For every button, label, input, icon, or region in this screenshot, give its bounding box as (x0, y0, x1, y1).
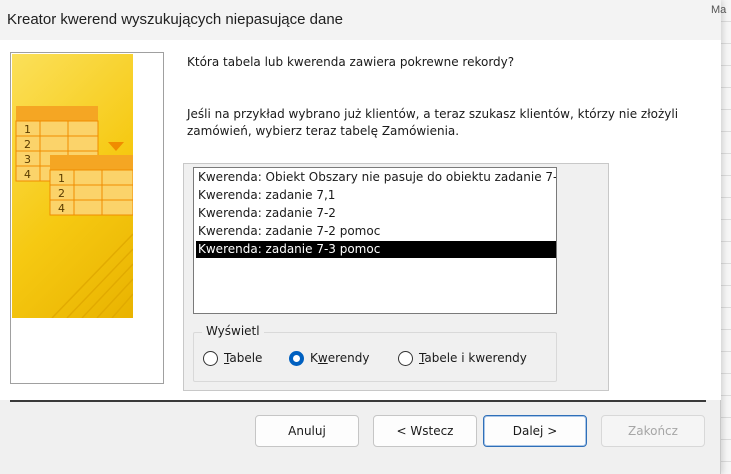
radio-tables-and-queries[interactable]: Tabele i kwerendy (398, 349, 527, 367)
table1-row-3: 3 (24, 153, 31, 166)
radio-tables[interactable]: Tabele (203, 349, 262, 367)
list-item[interactable]: Kwerenda: zadanie 7-2 pomoc (196, 223, 556, 240)
example-text: Jeśli na przykład wybrano już klientów, … (187, 107, 679, 138)
table1-row-4: 4 (24, 168, 31, 181)
finish-button[interactable]: Zakończ (601, 415, 705, 447)
cancel-button[interactable]: Anuluj (255, 415, 359, 447)
table1-row-1: 1 (24, 123, 31, 136)
back-button[interactable]: < Wstecz (373, 415, 477, 447)
list-item[interactable]: Kwerenda: Obiekt Obszary nie pasuje do o… (196, 169, 556, 186)
selection-panel: Kwerenda: Obiekt Obszary nie pasuje do o… (183, 163, 609, 391)
next-button-label: Dalej > (512, 424, 558, 438)
footer-separator (10, 400, 706, 402)
radio-unchecked-icon[interactable] (203, 350, 218, 366)
wizard-dialog: Kreator kwerend wyszukujących niepasując… (0, 0, 721, 474)
question-text: Która tabela lub kwerenda zawiera pokrew… (187, 55, 515, 69)
radio-queries-label: Kwerendy (310, 351, 370, 365)
radio-checked-icon[interactable] (289, 350, 304, 366)
view-options-group: Wyświetl Tabele Kwerendy Tabele i kweren… (193, 324, 557, 382)
list-item[interactable]: Kwerenda: zadanie 7-2 (196, 205, 556, 222)
radio-both-label: Tabele i kwerendy (419, 351, 527, 365)
back-button-label: < Wstecz (396, 424, 454, 438)
window-title: Kreator kwerend wyszukujących niepasując… (7, 11, 344, 28)
radio-unchecked-icon[interactable] (398, 350, 413, 366)
view-options-legend: Wyświetl (202, 324, 264, 338)
radio-queries[interactable]: Kwerendy (289, 349, 369, 367)
tables-illustration-icon: 1 2 3 4 1 2 4 (15, 106, 133, 318)
illustration-frame: 1 2 3 4 1 2 4 (10, 52, 164, 384)
list-item[interactable]: Kwerenda: zadanie 7,1 (196, 187, 556, 204)
list-item-selected[interactable]: Kwerenda: zadanie 7-3 pomoc (196, 241, 556, 258)
title-bar[interactable]: Kreator kwerend wyszukujących niepasując… (0, 0, 721, 40)
table2-row-1: 1 (58, 172, 65, 185)
table-query-listbox[interactable]: Kwerenda: Obiekt Obszary nie pasuje do o… (193, 167, 557, 314)
table2-row-2: 2 (58, 187, 65, 200)
next-button[interactable]: Dalej > (483, 415, 587, 447)
wizard-illustration: 1 2 3 4 1 2 4 (12, 54, 133, 318)
wizard-content: 1 2 3 4 1 2 4 Która tabela lub kwerenda … (0, 40, 721, 400)
table2-row-3: 4 (58, 202, 65, 215)
radio-tables-label: Tabele (224, 351, 263, 365)
background-partial-text: Ma (711, 4, 727, 16)
table1-row-2: 2 (24, 138, 31, 151)
